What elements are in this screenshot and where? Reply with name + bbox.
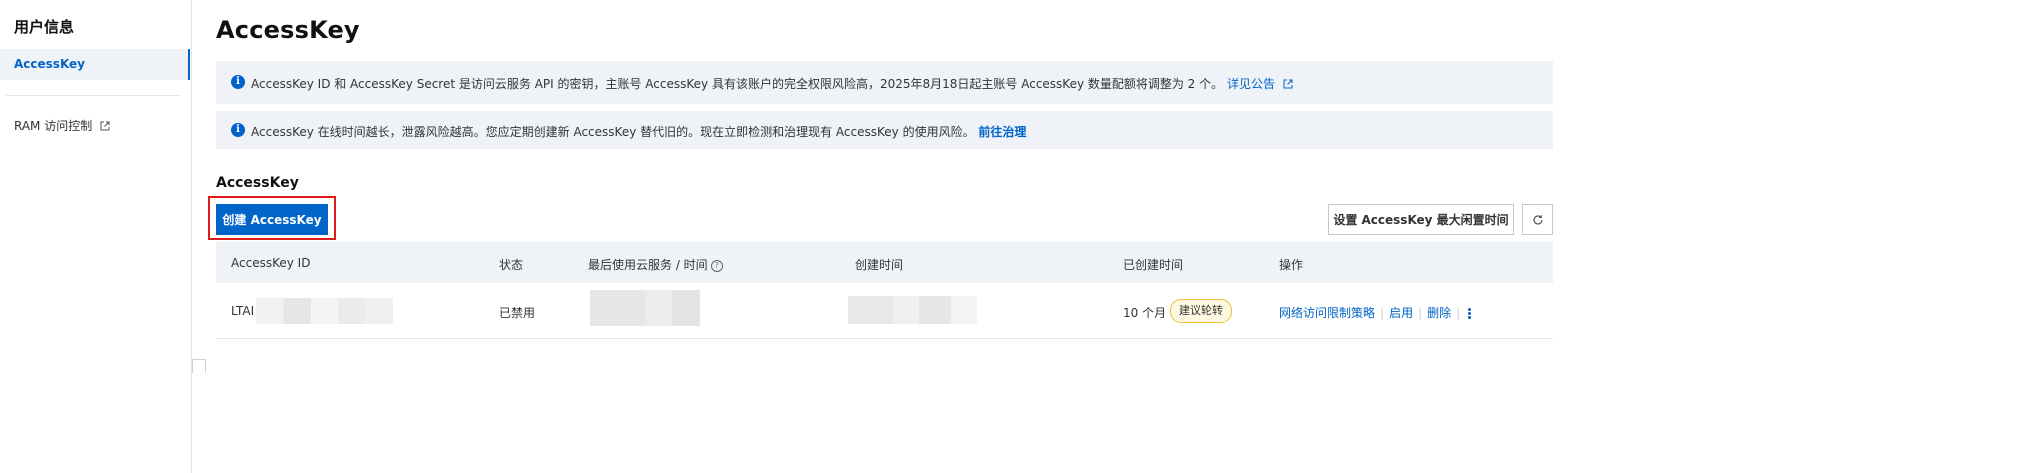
announcement-link-label[interactable]: 详见公告 xyxy=(1227,77,1275,91)
row-actions: 网络访问限制策略 | 启用 | 删除 | xyxy=(1279,304,1472,321)
masked-last-used-block xyxy=(590,290,700,326)
status-text: 已禁用 xyxy=(499,306,536,320)
notice-text: AccessKey ID 和 AccessKey Secret 是访问云服务 A… xyxy=(251,75,1293,92)
masked-created-time-block xyxy=(848,296,977,324)
more-vertical-icon[interactable] xyxy=(1468,307,1472,320)
announcement-link[interactable]: 详见公告 xyxy=(1227,77,1293,91)
action-separator: | xyxy=(1456,306,1461,320)
sidebar-title: 用户信息 xyxy=(14,18,75,36)
created-age: 10 个月 xyxy=(1123,306,1167,320)
column-header: 状态 xyxy=(499,258,524,272)
sidebar-item-ram[interactable]: RAM 访问控制 xyxy=(14,117,110,134)
notice-banner: i AccessKey 在线时间越长，泄露风险越高。您应定期创建新 Access… xyxy=(216,111,1553,149)
sidebar-item-label: AccessKey xyxy=(14,57,85,71)
sidebar: 用户信息 AccessKey RAM 访问控制 xyxy=(0,0,192,473)
info-icon: i xyxy=(231,75,245,89)
info-icon: i xyxy=(231,123,245,137)
refresh-icon xyxy=(1532,214,1543,225)
column-header: 已创建时间 xyxy=(1123,258,1184,272)
create-accesskey-button[interactable]: 创建 AccessKey xyxy=(216,204,328,235)
column-header: AccessKey ID xyxy=(231,256,311,270)
sidebar-item-label: RAM 访问控制 xyxy=(14,119,93,133)
delete-link[interactable]: 删除 xyxy=(1427,306,1451,320)
refresh-button[interactable] xyxy=(1522,204,1553,235)
sidebar-divider xyxy=(6,95,180,96)
table-row: LTAI 已禁用 10 个月 建议轮转 网络访问限制策略 | 启用 | 删除 | xyxy=(216,284,1553,339)
section-title: AccessKey xyxy=(216,175,299,191)
action-separator: | xyxy=(1418,306,1423,320)
external-link-icon xyxy=(100,120,110,134)
notice-text: AccessKey 在线时间越长，泄露风险越高。您应定期创建新 AccessKe… xyxy=(251,123,1026,140)
masked-id-block xyxy=(256,298,393,324)
column-header: 创建时间 xyxy=(855,258,904,272)
column-header-label: 最后使用云服务 / 时间 xyxy=(588,258,708,272)
page-title: AccessKey xyxy=(216,16,360,44)
set-idle-time-button[interactable]: 设置 AccessKey 最大闲置时间 xyxy=(1328,204,1514,235)
enable-link[interactable]: 启用 xyxy=(1389,306,1413,320)
network-policy-link[interactable]: 网络访问限制策略 xyxy=(1279,306,1375,320)
notice-message: AccessKey 在线时间越长，泄露风险越高。您应定期创建新 AccessKe… xyxy=(251,125,975,139)
notice-message: AccessKey ID 和 AccessKey Secret 是访问云服务 A… xyxy=(251,77,1224,91)
table-header: AccessKey ID 状态 最后使用云服务 / 时间? 创建时间 已创建时间… xyxy=(216,242,1553,283)
sidebar-item-accesskey[interactable]: AccessKey xyxy=(0,49,190,80)
accesskey-id: LTAI xyxy=(231,304,255,318)
notice-banner: i AccessKey ID 和 AccessKey Secret 是访问云服务… xyxy=(216,61,1553,104)
govern-link[interactable]: 前往治理 xyxy=(978,125,1026,139)
sidebar-collapse-handle[interactable] xyxy=(192,359,206,373)
column-header: 最后使用云服务 / 时间? xyxy=(588,256,723,273)
rotate-suggestion-badge: 建议轮转 xyxy=(1170,299,1232,323)
action-separator: | xyxy=(1380,306,1385,320)
external-link-icon[interactable] xyxy=(1283,78,1293,92)
column-header: 操作 xyxy=(1279,258,1304,272)
help-circle-icon[interactable]: ? xyxy=(710,259,723,272)
